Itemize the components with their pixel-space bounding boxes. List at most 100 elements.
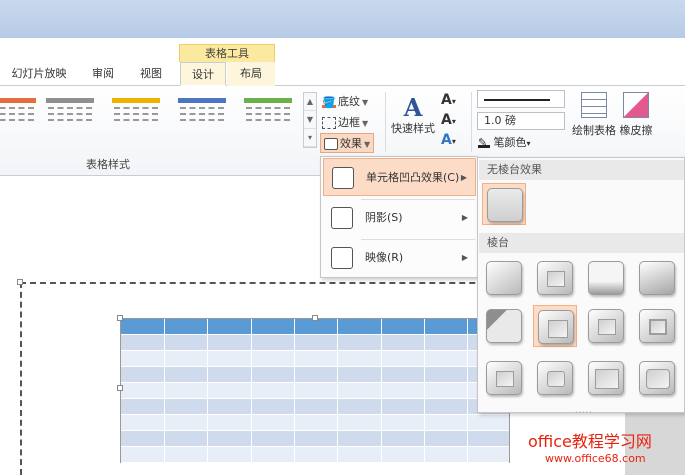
table-row	[121, 415, 509, 431]
gallery-up-icon[interactable]: ▲	[304, 93, 316, 111]
watermark-text: office教程学习网	[528, 432, 652, 451]
quick-styles-button[interactable]: A 快速样式	[388, 93, 438, 136]
gallery-scroll[interactable]: ▲ ▼ ▾	[303, 92, 317, 148]
table-column-divider	[467, 319, 468, 464]
effects-icon	[324, 138, 338, 150]
pen-color-button[interactable]: ✎ 笔颜色▾	[478, 134, 531, 150]
eraser-label: 橡皮擦	[619, 124, 653, 137]
title-bar	[0, 0, 685, 38]
table-row	[121, 335, 509, 351]
menu-item-label: 单元格凹凸效果(C)	[366, 171, 460, 184]
draw-table-label: 绘制表格	[572, 124, 616, 137]
draw-table-icon	[581, 92, 607, 118]
table-row	[121, 399, 509, 415]
ribbon-separator	[471, 92, 472, 152]
table-column-divider	[381, 319, 382, 464]
bevel-none[interactable]	[482, 183, 526, 225]
no-bevel-header: 无棱台效果	[479, 160, 684, 180]
menu-item-label: 映像(R)	[365, 251, 404, 264]
table-column-divider	[337, 319, 338, 464]
line-style-dropdown[interactable]	[477, 90, 565, 108]
gallery-resize-grip[interactable]: ·····	[575, 408, 593, 417]
bevel-circle[interactable]	[482, 257, 526, 299]
table-row	[121, 383, 509, 399]
chevron-right-icon: ▶	[460, 173, 467, 182]
reflection-icon	[331, 247, 353, 269]
menu-item-shadow[interactable]: 阴影(S) ▶	[323, 199, 476, 237]
chevron-down-icon: ▼	[364, 140, 371, 149]
bevel-divot[interactable]	[482, 357, 526, 399]
bevel-angle[interactable]	[482, 305, 526, 347]
bevel-slope[interactable]	[635, 305, 679, 347]
bevel-soft-round[interactable]	[533, 305, 577, 347]
tab-layout[interactable]: 布局	[227, 62, 275, 86]
menu-item-reflection[interactable]: 映像(R) ▶	[323, 239, 476, 277]
chevron-down-icon: ▼	[362, 98, 369, 107]
quick-styles-label: 快速样式	[391, 122, 435, 135]
tab-view[interactable]: 视图	[128, 62, 174, 86]
text-fill-icon[interactable]: A▾	[441, 92, 456, 108]
bevel-cross[interactable]	[584, 257, 628, 299]
table-column-divider	[164, 319, 165, 464]
table-tools-header: 表格工具	[179, 44, 275, 62]
borders-label: 边框	[338, 116, 360, 129]
bevel-relaxed-inset[interactable]	[533, 257, 577, 299]
tab-design[interactable]: 设计	[180, 62, 226, 86]
bevel-cool-slant[interactable]	[635, 257, 679, 299]
table-row	[121, 431, 509, 447]
tab-review[interactable]: 审阅	[82, 62, 124, 86]
watermark-url: www.office68.com	[545, 452, 646, 465]
table-style-gray[interactable]	[46, 98, 94, 134]
gallery-down-icon[interactable]: ▼	[304, 111, 316, 129]
border-icon	[322, 117, 336, 129]
paint-bucket-icon: 🪣	[322, 96, 336, 109]
table-resize-handle[interactable]	[117, 315, 123, 321]
table-style-gold[interactable]	[112, 98, 160, 134]
bevel-art-deco[interactable]	[635, 357, 679, 399]
table-style-orange[interactable]	[0, 98, 36, 134]
bevel-gallery: 无棱台效果 棱台 ·····	[477, 157, 685, 417]
chevron-down-icon: ▼	[362, 119, 369, 128]
table-style-blue[interactable]	[178, 98, 226, 134]
text-outline-icon[interactable]: A▾	[441, 112, 456, 128]
table-style-green[interactable]	[244, 98, 292, 134]
table-resize-handle[interactable]	[117, 385, 123, 391]
shading-label: 底纹	[338, 95, 360, 108]
draw-table-button[interactable]: 绘制表格	[568, 92, 620, 138]
pen-color-label: 笔颜色	[493, 136, 527, 149]
table-header-row	[121, 319, 509, 335]
effects-button[interactable]: 效果 ▼	[320, 133, 375, 153]
chevron-right-icon: ▶	[461, 253, 468, 262]
ribbon-separator	[385, 92, 386, 152]
table-styles-group-label: 表格样式	[86, 158, 130, 171]
effects-menu: 单元格凹凸效果(C) ▶ 阴影(S) ▶ 映像(R) ▶	[320, 156, 478, 278]
chevron-right-icon: ▶	[461, 213, 468, 222]
bevel-riblet[interactable]	[533, 357, 577, 399]
tab-slideshow[interactable]: 幻灯片放映	[4, 62, 74, 86]
table-column-divider	[251, 319, 252, 464]
shadow-icon	[331, 207, 353, 229]
gallery-more-icon[interactable]: ▾	[304, 129, 316, 147]
eraser-button[interactable]: 橡皮擦	[616, 92, 656, 138]
table-resize-handle[interactable]	[312, 315, 318, 321]
table-row	[121, 447, 509, 463]
table-column-divider	[424, 319, 425, 464]
table-row	[121, 351, 509, 367]
bevel-convex[interactable]	[584, 305, 628, 347]
wordart-a-icon: A	[403, 93, 423, 122]
borders-button[interactable]: 边框 ▼	[322, 114, 368, 130]
bevel-header: 棱台	[479, 233, 684, 253]
table-column-divider	[294, 319, 295, 464]
shading-button[interactable]: 🪣 底纹 ▼	[322, 93, 368, 109]
cell-bevel-icon	[332, 167, 354, 189]
bevel-hard-edge[interactable]	[584, 357, 628, 399]
menu-item-cell-bevel[interactable]: 单元格凹凸效果(C) ▶	[323, 158, 476, 196]
table-row	[121, 367, 509, 383]
ribbon-tab-bar: 幻灯片放映 审阅 视图 设计 布局	[0, 62, 685, 86]
slide-table[interactable]	[120, 318, 510, 464]
resize-handle[interactable]	[17, 279, 23, 285]
line-weight-dropdown[interactable]: 1.0 磅	[477, 112, 565, 130]
eraser-icon	[623, 92, 649, 118]
text-effects-icon[interactable]: A▾	[441, 132, 456, 148]
pen-icon: ✎	[478, 136, 490, 149]
